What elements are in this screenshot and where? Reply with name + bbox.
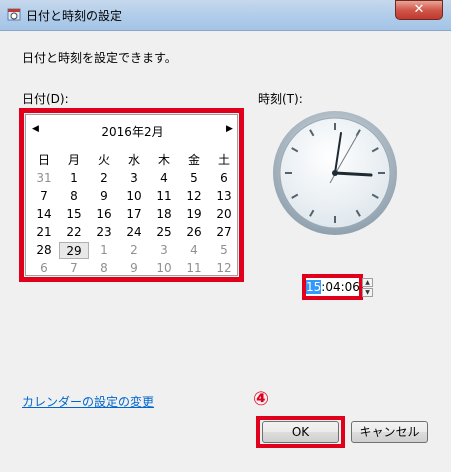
calendar-day[interactable]: 9	[119, 260, 149, 277]
calendar-day[interactable]: 12	[209, 260, 239, 277]
calendar-day[interactable]: 7	[29, 188, 59, 205]
calendar-day[interactable]: 26	[179, 224, 209, 241]
cancel-button[interactable]: キャンセル	[351, 421, 428, 443]
calendar-day[interactable]: 29	[59, 242, 89, 259]
calendar-day[interactable]: 25	[149, 224, 179, 241]
calendar-day[interactable]: 18	[149, 206, 179, 223]
calendar-day[interactable]: 11	[149, 188, 179, 205]
window-title: 日付と時刻の設定	[26, 9, 123, 23]
time-hour-selected[interactable]: 15	[306, 280, 322, 294]
weekday-header-cell: 水	[127, 153, 140, 167]
calendar-day[interactable]: 8	[59, 188, 89, 205]
ok-button[interactable]: OK	[262, 421, 339, 443]
time-label: 時刻(T):	[258, 92, 303, 106]
time-minutes-seconds[interactable]: :04:06	[321, 280, 360, 294]
calendar-day[interactable]: 21	[29, 224, 59, 241]
analog-clock	[272, 110, 398, 236]
calendar-day[interactable]: 24	[119, 224, 149, 241]
weekday-header-cell: 土	[217, 153, 230, 167]
calendar-day[interactable]: 28	[29, 242, 59, 259]
calendar-day[interactable]: 13	[209, 188, 239, 205]
calendar-day[interactable]: 19	[179, 206, 209, 223]
calendar-day[interactable]: 16	[89, 206, 119, 223]
calendar-day[interactable]: 11	[179, 260, 209, 277]
calendar-day[interactable]: 27	[209, 224, 239, 241]
calendar-day[interactable]: 7	[59, 260, 89, 277]
calendar-day[interactable]: 3	[149, 242, 179, 259]
calendar-day[interactable]: 12	[179, 188, 209, 205]
time-input[interactable]: 15:04:06	[306, 278, 360, 296]
next-month-icon[interactable]: ▶	[226, 124, 233, 134]
weekday-header: 日月火水木金土	[26, 151, 239, 169]
calendar-day[interactable]: 4	[149, 170, 179, 187]
calendar-day[interactable]: 1	[89, 242, 119, 259]
calendar-day[interactable]: 6	[29, 260, 59, 277]
calendar-day[interactable]: 15	[59, 206, 89, 223]
weekday-header-cell: 木	[157, 153, 170, 167]
time-spinner[interactable]: ▲ ▼	[362, 278, 373, 298]
title-bar: 日付と時刻の設定 ✕	[0, 0, 451, 31]
spin-down-icon[interactable]: ▼	[362, 288, 373, 297]
weekday-header-cell: 月	[67, 153, 80, 167]
calendar-day[interactable]: 6	[209, 170, 239, 187]
calendar[interactable]: ◀ 2016年2月 ▶ 日月火水木金土 31 1 2 3 4 5 6 7 8 9 10 11 12 13 1…	[25, 114, 238, 276]
calendar-day[interactable]: 8	[89, 260, 119, 277]
clock-settings-icon	[7, 7, 21, 21]
weekday-header-cell: 金	[187, 153, 200, 167]
instruction-text: 日付と時刻を設定できます。	[22, 51, 177, 65]
calendar-day[interactable]: 5	[179, 170, 209, 187]
spin-up-icon[interactable]: ▲	[362, 278, 373, 287]
calendar-day[interactable]: 23	[89, 224, 119, 241]
calendar-day[interactable]: 14	[29, 206, 59, 223]
calendar-day[interactable]: 5	[209, 242, 239, 259]
calendar-day[interactable]: 9	[89, 188, 119, 205]
calendar-day[interactable]: 17	[119, 206, 149, 223]
calendar-day[interactable]: 2	[119, 242, 149, 259]
month-title[interactable]: 2016年2月	[26, 123, 239, 140]
weekday-header-cell: 火	[97, 153, 110, 167]
calendar-day[interactable]: 1	[59, 170, 89, 187]
calendar-day[interactable]: 22	[59, 224, 89, 241]
calendar-day[interactable]: 31	[29, 170, 59, 187]
calendar-day[interactable]: 10	[119, 188, 149, 205]
weekday-header-cell: 日	[37, 153, 50, 167]
calendar-day[interactable]: 10	[149, 260, 179, 277]
date-label: 日付(D):	[22, 92, 69, 106]
calendar-day[interactable]: 20	[209, 206, 239, 223]
step-marker: ④	[253, 388, 270, 410]
calendar-day[interactable]: 3	[119, 170, 149, 187]
close-button[interactable]: ✕	[395, 0, 443, 20]
calendar-day[interactable]: 2	[89, 170, 119, 187]
calendar-day[interactable]: 4	[179, 242, 209, 259]
calendar-settings-link[interactable]: カレンダーの設定の変更	[22, 393, 154, 410]
